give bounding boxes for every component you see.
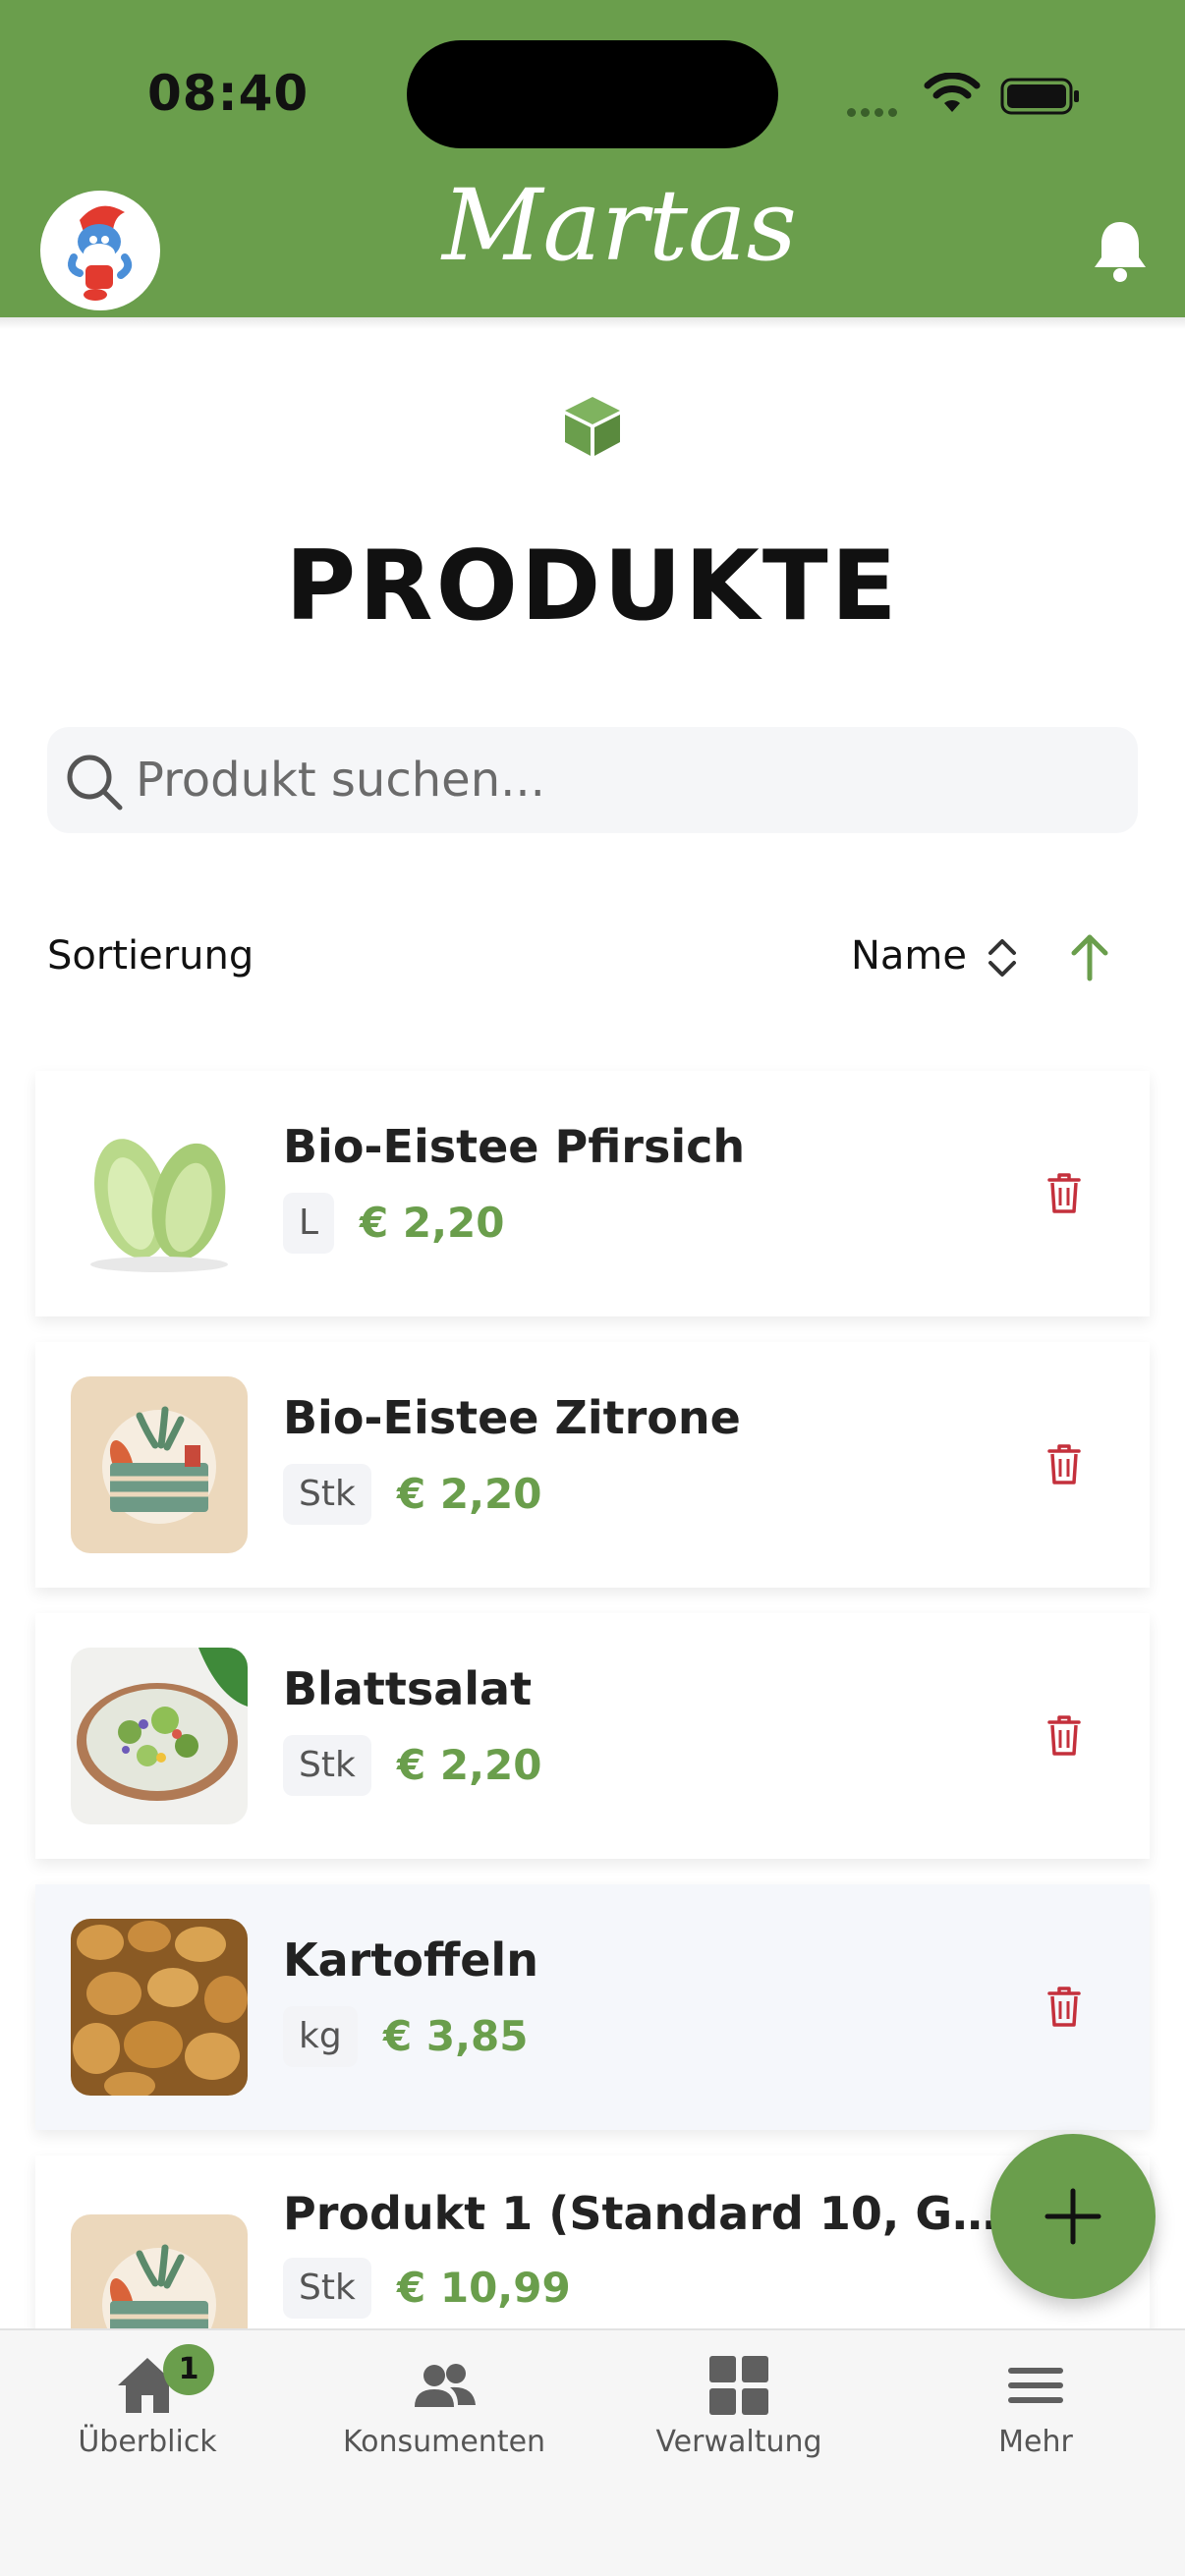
nav-item-consumers[interactable]: Konsumenten [297,2330,592,2488]
product-name: Kartoffeln [283,1933,538,1987]
sort-field-select[interactable]: Name [851,933,967,979]
cellular-signal-icon [847,102,902,121]
battery-icon [1000,78,1079,115]
app-header: 08:40 Martas [0,0,1185,317]
product-image [71,1105,248,1282]
unit-badge: kg [283,2006,358,2067]
grid-icon [709,2356,768,2415]
search-input[interactable] [136,727,1118,833]
dynamic-island [407,40,778,148]
avatar[interactable] [40,191,160,310]
product-image [71,1919,248,2096]
list-item[interactable]: Blattsalat Stk € 2,20 [35,1613,1150,1859]
users-icon [415,2364,476,2407]
product-price: € 2,20 [397,1470,542,1518]
nav-item-overview[interactable]: 1 Überblick [0,2330,295,2488]
cube-icon [565,397,620,456]
sort-ascending-arrow-icon[interactable] [1067,931,1112,982]
list-item[interactable]: Kartoffeln kg € 3,85 [35,1884,1150,2130]
product-image [71,1648,248,1824]
trash-icon[interactable] [1045,1171,1083,1214]
brand-logo: Martas [442,168,797,283]
status-time: 08:40 [147,65,310,122]
unit-badge: Stk [283,1464,371,1525]
product-name: Bio-Eistee Pfirsich [283,1120,746,1173]
nav-item-more[interactable]: Mehr [888,2330,1183,2488]
unit-badge: L [283,1193,335,1254]
list-item[interactable]: Bio-Eistee Zitrone Stk € 2,20 [35,1342,1150,1588]
nav-label: Überblick [78,2425,217,2459]
lettuce-image [71,1105,248,1282]
add-product-button[interactable] [990,2134,1156,2299]
potatoes-image [71,1919,248,2096]
menu-icon [1008,2368,1063,2403]
nav-label: Verwaltung [655,2425,822,2459]
trash-icon[interactable] [1045,1442,1083,1485]
bottom-navigation: 1 Überblick Konsumenten Verwaltung Mehr [0,2328,1185,2576]
crate-placeholder-image [71,1376,248,1553]
plus-icon [1044,2188,1101,2245]
page-title: PRODUKTE [285,531,900,643]
wifi-icon [924,73,981,112]
product-price: € 3,85 [383,2012,529,2060]
nav-label: Konsumenten [342,2425,546,2459]
list-item[interactable]: Bio-Eistee Pfirsich L € 2,20 [35,1071,1150,1316]
product-image [71,1376,248,1553]
unit-badge: Stk [283,1735,371,1796]
notification-badge: 1 [163,2344,214,2395]
trash-icon[interactable] [1045,1985,1083,2028]
product-name: Produkt 1 (Standard 10, Gru... [283,2187,1010,2240]
nav-label: Mehr [998,2425,1073,2459]
product-name: Blattsalat [283,1662,533,1715]
search-icon [67,755,123,811]
trash-icon[interactable] [1045,1713,1083,1757]
search-bar [47,727,1138,833]
product-price: € 10,99 [397,2264,571,2312]
chevron-up-down-icon[interactable] [983,935,1022,980]
unit-badge: Stk [283,2258,371,2319]
sort-label: Sortierung [47,933,254,979]
smurf-avatar-icon [68,205,133,301]
product-price: € 2,20 [360,1199,505,1247]
product-price: € 2,20 [397,1741,542,1789]
salad-bowl-image [71,1648,248,1824]
header-shadow [0,317,1185,329]
nav-item-administration[interactable]: Verwaltung [592,2330,886,2488]
bell-icon[interactable] [1091,218,1150,283]
product-name: Bio-Eistee Zitrone [283,1391,741,1444]
